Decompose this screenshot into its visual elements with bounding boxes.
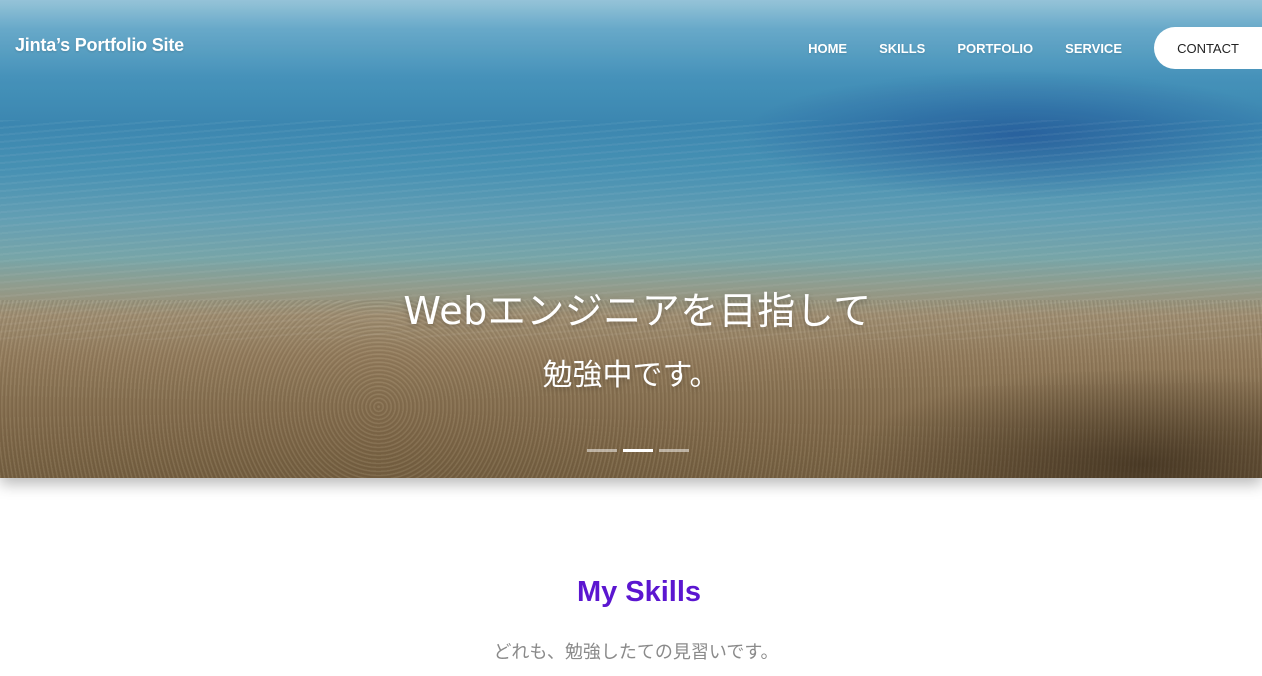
skills-section-subtitle: どれも、勉強したての見習いです。: [493, 642, 779, 663]
hero-title: Webエンジニアを目指して: [403, 289, 872, 333]
skills-section-title: My Skills: [576, 576, 702, 608]
page: Jinta’s Portfolio Site HOME SKILLS PORTF…: [0, 0, 1262, 676]
main-nav: HOME SKILLS PORTFOLIO SERVICE CONTACT: [808, 27, 1262, 69]
nav-item-service[interactable]: SERVICE: [1065, 41, 1122, 56]
hero-subtitle: 勉強中です。: [542, 358, 720, 393]
nav-item-portfolio[interactable]: PORTFOLIO: [957, 41, 1033, 56]
site-title-link[interactable]: Jinta’s Portfolio Site: [15, 35, 184, 56]
slider-indicators: [587, 449, 689, 452]
hero-section: Jinta’s Portfolio Site HOME SKILLS PORTF…: [0, 0, 1262, 478]
contact-button[interactable]: CONTACT: [1154, 27, 1262, 69]
nav-item-home[interactable]: HOME: [808, 41, 847, 56]
nav-item-skills[interactable]: SKILLS: [879, 41, 925, 56]
slider-indicator-1[interactable]: [587, 449, 617, 452]
slider-indicator-3[interactable]: [659, 449, 689, 452]
hero-overlay: [0, 0, 1262, 478]
slider-indicator-2[interactable]: [623, 449, 653, 452]
